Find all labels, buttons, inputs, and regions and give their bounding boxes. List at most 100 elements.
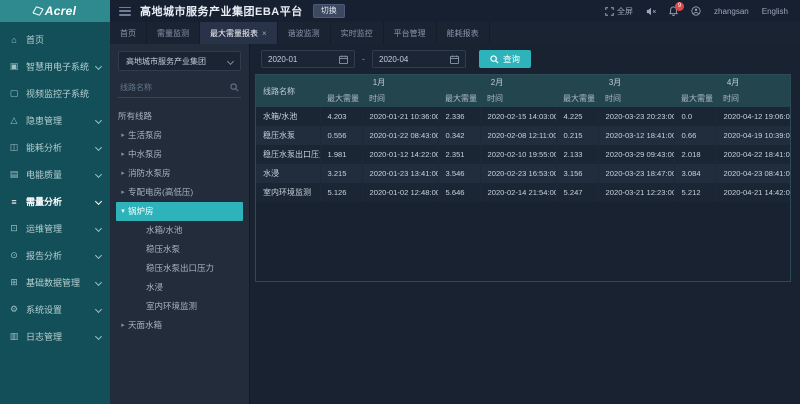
tree-expand-icon[interactable]: ▸ bbox=[118, 126, 128, 145]
tree-node-3[interactable]: ▸消防水泵房 bbox=[110, 164, 249, 183]
table-row: 室内环境监测5.1262020-01-02 12:48:005.6462020-… bbox=[256, 183, 791, 202]
user-avatar[interactable] bbox=[691, 6, 701, 16]
tree-expand-icon[interactable]: ▸ bbox=[118, 145, 128, 164]
tree-node-9[interactable]: 水浸 bbox=[110, 278, 249, 297]
sidebar-item-2[interactable]: ▢视频监控子系统 bbox=[0, 80, 110, 107]
sidebar-item-label: 能耗分析 bbox=[26, 141, 62, 154]
sidebar-item-6[interactable]: ≡需量分析 bbox=[0, 188, 110, 215]
search-icon bbox=[490, 55, 499, 64]
max-demand-report-table: 线路名称1月2月3月4月最大需量时间最大需量时间最大需量时间最大需量时间水箱/水… bbox=[256, 75, 791, 202]
date-from-input[interactable]: 2020-01 bbox=[261, 50, 355, 68]
tab-6[interactable]: 能耗报表 bbox=[437, 22, 490, 44]
time-cell: 2020-04-21 14:42:00 bbox=[716, 183, 791, 202]
chevron-down-icon bbox=[95, 333, 102, 340]
language-switch[interactable]: English bbox=[762, 7, 788, 16]
tree-node-5[interactable]: ▾锅炉房 bbox=[116, 202, 243, 221]
col-header-month-0: 1月 bbox=[320, 75, 438, 90]
line-name-cell: 水浸 bbox=[256, 164, 320, 183]
fullscreen-button[interactable]: 全屏 bbox=[605, 6, 633, 17]
tree-collapse-icon[interactable]: ▾ bbox=[118, 202, 128, 221]
tree-expand-icon[interactable]: ▸ bbox=[118, 164, 128, 183]
sidebar-item-7[interactable]: ⊡运维管理 bbox=[0, 215, 110, 242]
sidebar-item-10[interactable]: ⚙系统设置 bbox=[0, 296, 110, 323]
col-header-time: 时间 bbox=[480, 90, 556, 107]
notifications-button[interactable]: 9 bbox=[669, 6, 678, 16]
switch-button[interactable]: 切换 bbox=[313, 4, 345, 18]
tab-0[interactable]: 首页 bbox=[110, 22, 147, 44]
tree-node-10[interactable]: 室内环境监测 bbox=[110, 297, 249, 316]
tree-node-label: 生活泵房 bbox=[128, 126, 162, 145]
time-cell: 2020-02-08 12:11:00 bbox=[480, 126, 556, 145]
tab-label: 需量监测 bbox=[157, 28, 189, 39]
mute-button[interactable] bbox=[646, 7, 656, 16]
sidebar-item-label: 运维管理 bbox=[26, 222, 62, 235]
sidebar-item-9[interactable]: ⊞基础数据管理 bbox=[0, 269, 110, 296]
sidebar-item-label: 系统设置 bbox=[26, 303, 62, 316]
time-cell: 2020-04-23 08:41:00 bbox=[716, 164, 791, 183]
smart-power-icon: ▣ bbox=[9, 61, 19, 72]
tab-label: 谐波监测 bbox=[288, 28, 320, 39]
max-demand-cell: 3.546 bbox=[438, 164, 480, 183]
tab-label: 平台管理 bbox=[394, 28, 426, 39]
tree-expand-icon[interactable]: ▸ bbox=[118, 183, 128, 202]
line-tree-panel: 高地城市服务产业集团 线路名称 所有线路▸生活泵房▸中水泵房▸消防水泵房▸专配电… bbox=[110, 44, 250, 404]
chevron-down-icon bbox=[95, 144, 102, 151]
sidebar-item-5[interactable]: ▤电能质量 bbox=[0, 161, 110, 188]
tree-node-label: 稳压水泵出口压力 bbox=[146, 259, 214, 278]
line-search-input[interactable]: 线路名称 bbox=[118, 78, 241, 98]
line-name-cell: 水箱/水池 bbox=[256, 107, 320, 126]
tree-node-7[interactable]: 稳压水泵 bbox=[110, 240, 249, 259]
col-header-max-demand: 最大需量 bbox=[556, 90, 598, 107]
tree-node-1[interactable]: ▸生活泵房 bbox=[110, 126, 249, 145]
org-selector[interactable]: 高地城市服务产业集团 bbox=[118, 51, 241, 71]
sidebar-item-4[interactable]: ◫能耗分析 bbox=[0, 134, 110, 161]
line-name-cell: 稳压水泵 bbox=[256, 126, 320, 145]
brand-logo: Acrel bbox=[0, 0, 110, 22]
line-name-cell: 稳压水泵出口压力 bbox=[256, 145, 320, 164]
line-tree: 所有线路▸生活泵房▸中水泵房▸消防水泵房▸专配电房(高低压)▾锅炉房水箱/水池稳… bbox=[110, 107, 249, 335]
table-row: 水箱/水池4.2032020-01-21 10:36:002.3362020-0… bbox=[256, 107, 791, 126]
query-button[interactable]: 查询 bbox=[479, 50, 531, 68]
chevron-down-icon bbox=[227, 57, 234, 64]
tree-node-label: 中水泵房 bbox=[128, 145, 162, 164]
tree-node-0[interactable]: 所有线路 bbox=[110, 107, 249, 126]
max-demand-cell: 4.225 bbox=[556, 107, 598, 126]
tab-2[interactable]: 最大需量报表× bbox=[200, 22, 278, 44]
tree-node-8[interactable]: 稳压水泵出口压力 bbox=[110, 259, 249, 278]
sidebar-item-11[interactable]: ▥日志管理 bbox=[0, 323, 110, 350]
time-cell: 2020-03-23 18:47:00 bbox=[598, 164, 674, 183]
tab-5[interactable]: 平台管理 bbox=[384, 22, 437, 44]
max-demand-cell: 2.133 bbox=[556, 145, 598, 164]
username-label[interactable]: zhangsan bbox=[714, 7, 749, 16]
col-header-max-demand: 最大需量 bbox=[674, 90, 716, 107]
tree-node-2[interactable]: ▸中水泵房 bbox=[110, 145, 249, 164]
sidebar-item-1[interactable]: ▣智慧用电子系统 bbox=[0, 53, 110, 80]
sidebar-item-3[interactable]: △隐患管理 bbox=[0, 107, 110, 134]
org-selector-value: 高地城市服务产业集团 bbox=[126, 56, 206, 67]
tree-expand-icon[interactable]: ▸ bbox=[118, 316, 128, 335]
tree-node-11[interactable]: ▸天面水箱 bbox=[110, 316, 249, 335]
tab-bar: 首页需量监测最大需量报表× 谐波监测实时监控平台管理能耗报表 bbox=[110, 22, 800, 44]
demand-analysis-icon: ≡ bbox=[9, 197, 19, 207]
header-actions: 全屏 9 zhangsan English bbox=[605, 6, 800, 17]
tab-close-icon[interactable]: × bbox=[262, 29, 267, 38]
sidebar-item-label: 隐患管理 bbox=[26, 114, 62, 127]
max-demand-cell: 0.556 bbox=[320, 126, 362, 145]
col-header-time: 时间 bbox=[598, 90, 674, 107]
sidebar-item-0[interactable]: ⌂首页 bbox=[0, 26, 110, 53]
tab-3[interactable]: 谐波监测 bbox=[278, 22, 331, 44]
tab-4[interactable]: 实时监控 bbox=[331, 22, 384, 44]
time-cell: 2020-01-21 10:36:00 bbox=[362, 107, 438, 126]
tree-node-4[interactable]: ▸专配电房(高低压) bbox=[110, 183, 249, 202]
chevron-down-icon bbox=[95, 306, 102, 313]
date-to-input[interactable]: 2020-04 bbox=[372, 50, 466, 68]
date-to-value: 2020-04 bbox=[379, 55, 408, 64]
time-cell: 2020-01-12 14:22:00 bbox=[362, 145, 438, 164]
sidebar-item-8[interactable]: ⊙报告分析 bbox=[0, 242, 110, 269]
tree-node-6[interactable]: 水箱/水池 bbox=[110, 221, 249, 240]
tab-1[interactable]: 需量监测 bbox=[147, 22, 200, 44]
time-cell: 2020-04-12 19:06:00 bbox=[716, 107, 791, 126]
menu-toggle-icon[interactable] bbox=[119, 7, 131, 16]
query-toolbar: 2020-01 - 2020-04 查询 bbox=[250, 44, 800, 73]
max-demand-cell: 3.084 bbox=[674, 164, 716, 183]
